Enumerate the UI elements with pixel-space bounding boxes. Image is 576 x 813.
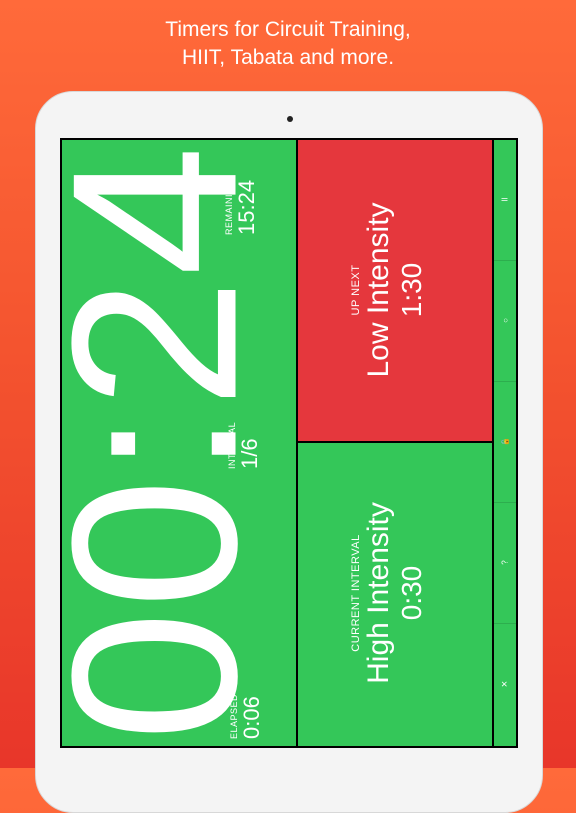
up-next-panel[interactable]: UP NEXT Low Intensity 1:30 bbox=[298, 140, 492, 441]
up-next-time: 1:30 bbox=[396, 262, 427, 318]
close-icon: × bbox=[499, 680, 511, 687]
elapsed-stat: ELAPSED 0:06 bbox=[229, 689, 275, 739]
remaining-label: REMAINING bbox=[224, 179, 234, 235]
tagline-line-1: Timers for Circuit Training, bbox=[165, 18, 411, 41]
interval-stat: INTERVAL 1/6 bbox=[227, 419, 273, 469]
tagline-line-2: HIIT, Tabata and more. bbox=[181, 46, 395, 69]
restart-button[interactable]: ○ bbox=[494, 261, 516, 380]
pause-button[interactable]: II bbox=[494, 140, 516, 259]
help-button[interactable]: ? bbox=[494, 503, 516, 622]
up-next-label: UP NEXT bbox=[350, 264, 362, 316]
current-interval-panel[interactable]: CURRENT INTERVAL High Intensity 0:30 bbox=[298, 443, 492, 746]
interval-value: 1/6 bbox=[237, 438, 262, 469]
timer-screen: 00:24 REMAINING 15:24 INTERVAL 1/6 ELAPS… bbox=[60, 138, 518, 748]
elapsed-label: ELAPSED bbox=[229, 693, 239, 739]
lock-icon: 🔓 bbox=[502, 437, 509, 446]
pause-icon: II bbox=[500, 197, 510, 202]
up-next-name: Low Intensity bbox=[362, 202, 395, 378]
close-button[interactable]: × bbox=[494, 624, 516, 743]
current-interval-name: High Intensity bbox=[362, 502, 395, 684]
current-interval-block: CURRENT INTERVAL High Intensity 0:30 bbox=[350, 502, 440, 684]
lock-button[interactable]: 🔓 bbox=[494, 382, 516, 501]
help-icon: ? bbox=[500, 560, 510, 565]
tagline: Timers for Circuit Training, HIIT, Tabat… bbox=[0, 16, 576, 72]
remaining-value: 15:24 bbox=[234, 179, 259, 235]
ipad-device-frame: 00:24 REMAINING 15:24 INTERVAL 1/6 ELAPS… bbox=[35, 91, 543, 813]
current-interval-time: 0:30 bbox=[396, 565, 427, 621]
remaining-stat: REMAINING 15:24 bbox=[224, 155, 270, 235]
main-timer-panel[interactable]: 00:24 REMAINING 15:24 INTERVAL 1/6 ELAPS… bbox=[60, 140, 296, 746]
interval-label: INTERVAL bbox=[227, 421, 237, 469]
camera-icon bbox=[287, 116, 293, 122]
control-sidebar: II ○ 🔓 ? × bbox=[494, 140, 516, 746]
elapsed-value: 0:06 bbox=[239, 696, 264, 739]
current-interval-label: CURRENT INTERVAL bbox=[350, 534, 362, 652]
restart-icon: ○ bbox=[500, 318, 510, 323]
up-next-block: UP NEXT Low Intensity 1:30 bbox=[350, 202, 440, 378]
